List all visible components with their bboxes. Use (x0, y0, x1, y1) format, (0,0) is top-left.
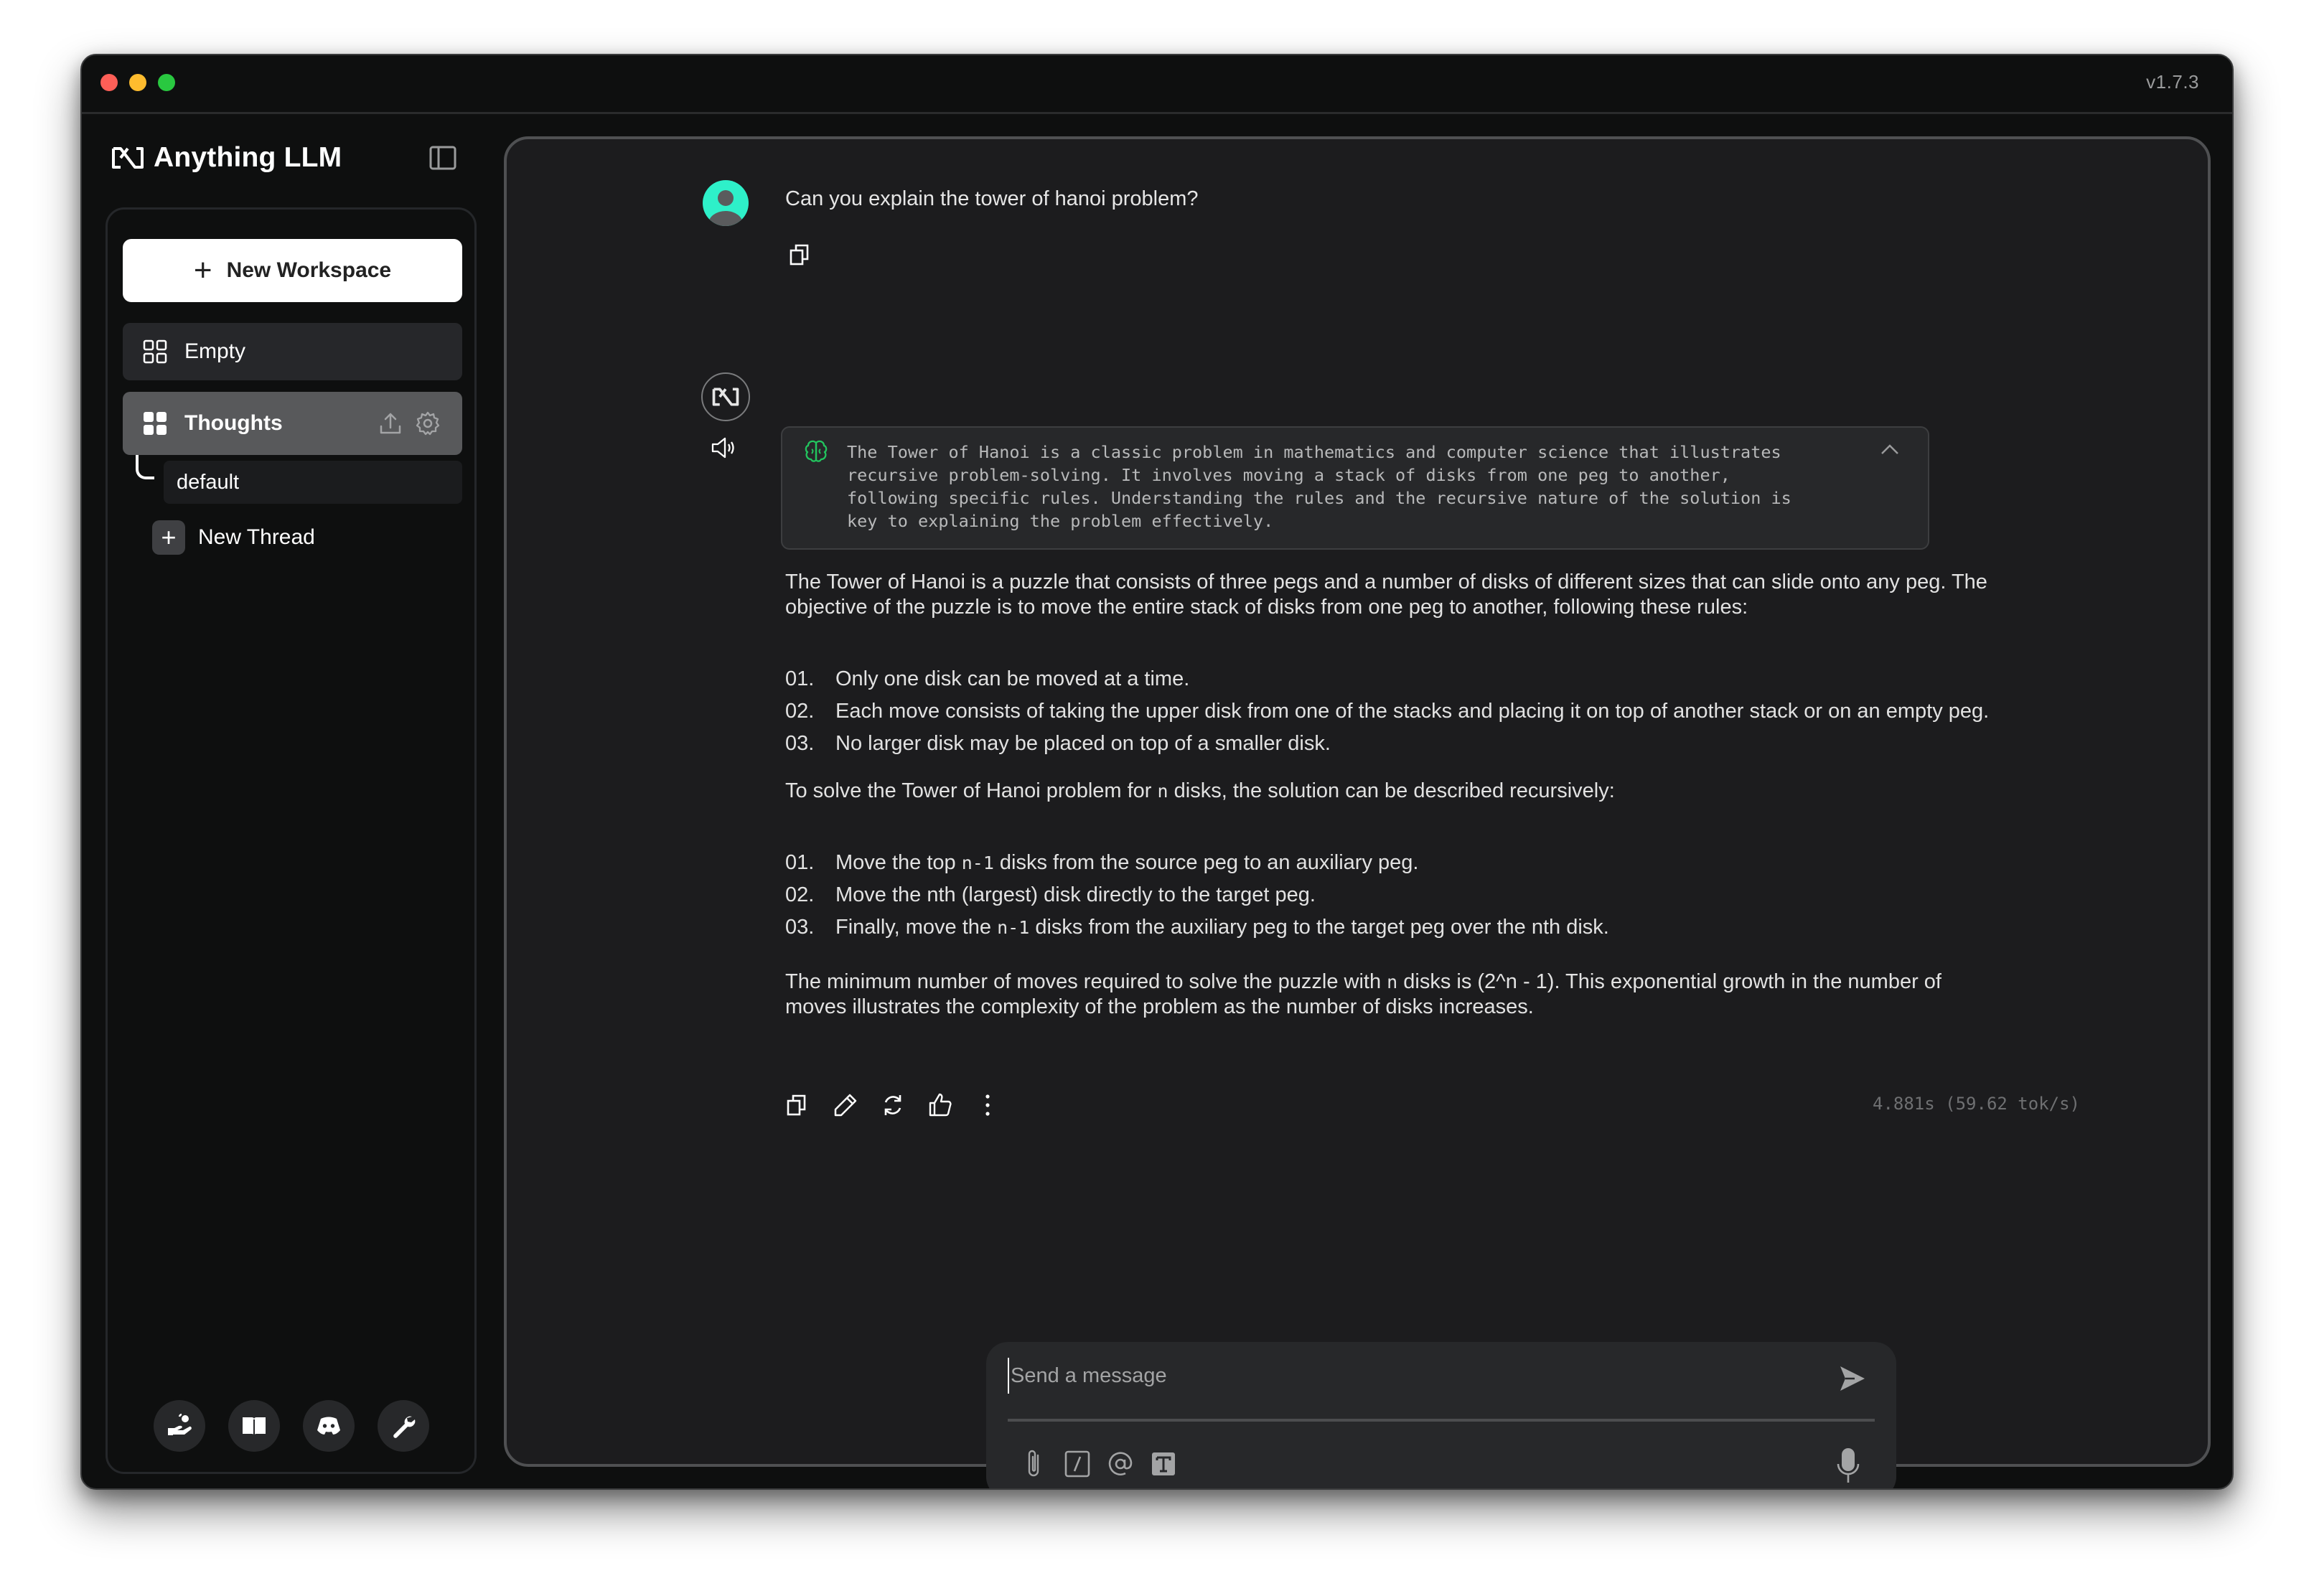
plus-icon: + (193, 253, 212, 288)
squares-four-icon (143, 339, 167, 364)
hand-coins-icon (168, 1413, 192, 1435)
upload-icon[interactable] (378, 410, 403, 436)
workspace-sidebar: + New Workspace Empty Thoughts default +… (106, 207, 477, 1474)
workspace-name: Empty (184, 339, 246, 363)
user-message: Can you explain the tower of hanoi probl… (785, 187, 1199, 210)
squares-four-filled-icon (144, 412, 167, 435)
copy-icon[interactable] (785, 1092, 811, 1118)
app-window: v1.7.3 Anything LLM + New Workspace Empt… (80, 54, 2234, 1490)
workspace-item-thoughts[interactable]: Thoughts (123, 392, 462, 455)
prompt-input-container (986, 1342, 1896, 1488)
slash-command-icon[interactable] (1064, 1448, 1091, 1480)
community-hub-button[interactable] (154, 1400, 205, 1452)
message-actions (785, 1092, 1001, 1118)
docs-button[interactable] (228, 1400, 280, 1452)
generation-timing: 4.881s (59.62 tok/s) (1873, 1094, 2080, 1114)
list-item: 01. Only one disk can be moved at a time… (785, 667, 1190, 690)
wrench-icon (393, 1416, 416, 1438)
copy-icon[interactable] (788, 243, 812, 267)
sidebar-footer (154, 1400, 429, 1452)
pencil-edit-icon[interactable] (833, 1092, 858, 1118)
app-logo: Anything LLM (111, 138, 342, 178)
anything-llm-logo-icon (112, 147, 144, 169)
chevron-up-icon[interactable] (1879, 442, 1901, 458)
new-thread-label: New Thread (198, 525, 315, 549)
thread-name: default (177, 470, 240, 494)
list-item: 01. Move the top n-1 disks from the sour… (785, 851, 1419, 874)
list-item: 02. Each move consists of taking the upp… (785, 700, 1990, 723)
input-divider (1008, 1419, 1875, 1422)
user-avatar-icon (703, 180, 749, 226)
version-label: v1.7.3 (2146, 71, 2199, 93)
new-workspace-label: New Workspace (226, 258, 392, 282)
workspace-name: Thoughts (184, 411, 283, 435)
rules-list: 01. Only one disk can be moved at a time… (785, 663, 2005, 760)
more-options-icon[interactable] (975, 1092, 1001, 1118)
thought-block: The Tower of Hanoi is a classic problem … (781, 426, 1929, 550)
list-item: 03. Finally, move the n-1 disks from the… (785, 916, 1609, 939)
text-size-icon[interactable] (1150, 1448, 1177, 1480)
steps-list: 01. Move the top n-1 disks from the sour… (785, 847, 2005, 944)
anything-llm-logo-icon (712, 388, 739, 406)
response-intro: The Tower of Hanoi is a puzzle that cons… (785, 571, 1987, 619)
app-name: Anything LLM (154, 142, 342, 173)
plus-icon: + (152, 520, 185, 555)
send-icon[interactable] (1837, 1363, 1868, 1394)
thread-connector-line (136, 455, 154, 479)
book-open-icon (243, 1417, 266, 1436)
brain-icon (805, 440, 828, 462)
solution-intro: To solve the Tower of Hanoi problem for … (785, 779, 1615, 802)
assistant-avatar (701, 372, 750, 421)
list-item: 02. Move the nth (largest) disk directly… (785, 883, 1316, 906)
list-item: 03. No larger disk may be placed on top … (785, 732, 1331, 755)
chat-panel: Can you explain the tower of hanoi probl… (504, 136, 2211, 1488)
assistant-response: The Tower of Hanoi is a puzzle that cons… (785, 570, 2005, 1020)
microphone-icon[interactable] (1836, 1447, 1860, 1484)
new-thread-button[interactable]: + New Thread (152, 520, 315, 555)
title-bar: v1.7.3 (82, 55, 2232, 114)
input-toolbar (1021, 1448, 1177, 1480)
speaker-icon[interactable] (709, 433, 738, 462)
discord-button[interactable] (303, 1400, 355, 1452)
paperclip-attach-icon[interactable] (1021, 1448, 1048, 1480)
sidebar-toggle-icon[interactable] (429, 146, 456, 170)
maximize-window-button[interactable] (158, 74, 175, 91)
settings-button[interactable] (378, 1400, 429, 1452)
new-workspace-button[interactable]: + New Workspace (123, 239, 462, 302)
discord-icon (317, 1417, 340, 1435)
workspace-item-empty[interactable]: Empty (123, 323, 462, 380)
gear-icon[interactable] (415, 410, 441, 436)
minimize-window-button[interactable] (129, 74, 146, 91)
thought-text: The Tower of Hanoi is a classic problem … (847, 442, 1791, 531)
close-window-button[interactable] (100, 74, 118, 91)
message-input[interactable] (1008, 1358, 1800, 1394)
thread-item-default[interactable]: default (164, 461, 462, 504)
at-mention-icon[interactable] (1107, 1448, 1134, 1480)
thumbs-up-icon[interactable] (927, 1092, 953, 1118)
conclusion: The minimum number of moves required to … (785, 970, 1941, 1018)
regenerate-icon[interactable] (880, 1092, 906, 1118)
